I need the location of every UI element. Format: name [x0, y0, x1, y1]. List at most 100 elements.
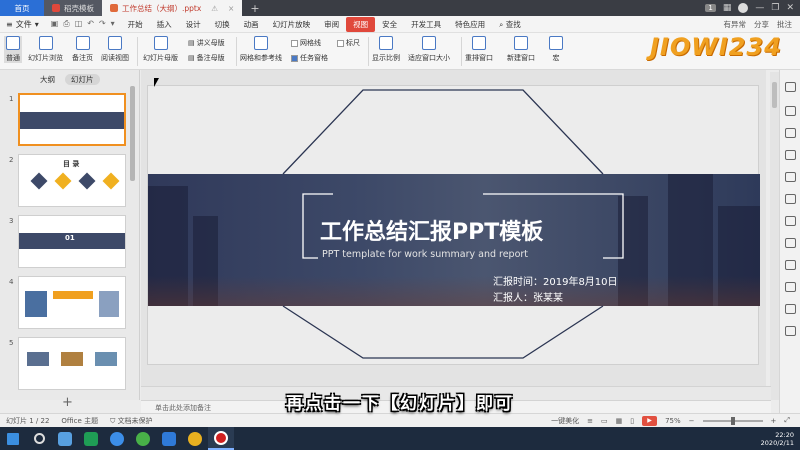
reading-view-icon[interactable]: ▯	[630, 417, 634, 425]
comment-button[interactable]: 批注	[777, 19, 792, 30]
protect-status[interactable]: ⛉ 文档未保护	[104, 416, 158, 426]
zoom-slider-knob[interactable]	[730, 416, 735, 425]
slide-thumbnail-3[interactable]: 01	[18, 215, 126, 268]
menu-design[interactable]: 设计	[179, 17, 208, 32]
sidebar-icon-help[interactable]	[785, 326, 796, 336]
gridlines-check[interactable]	[291, 39, 298, 47]
home-tab[interactable]: 首页	[0, 0, 44, 16]
slide-title[interactable]: 工作总结汇报PPT模板	[320, 214, 543, 246]
fit-window-button[interactable]: 适应窗口大小	[408, 36, 450, 63]
maximize-icon[interactable]: ❐	[771, 3, 779, 13]
normal-view-icon[interactable]: ▭	[601, 417, 608, 425]
sidebar-icon-select[interactable]	[785, 82, 796, 92]
search-button[interactable]: ⌕ 查找	[492, 17, 528, 32]
notification-badge[interactable]: 1	[705, 4, 716, 12]
canvas-scrollbar[interactable]	[770, 72, 779, 400]
task-view-icon[interactable]	[52, 427, 78, 450]
task-pane-check[interactable]	[291, 54, 298, 62]
clock-date[interactable]: 2020/2/11	[761, 439, 794, 447]
slide-date-line[interactable]: 汇报时间：2019年8月10日	[493, 273, 618, 288]
menu-home[interactable]: 开始	[121, 17, 150, 32]
menu-animation[interactable]: 动画	[237, 17, 266, 32]
zoom-level[interactable]: 75%	[665, 417, 681, 425]
avatar[interactable]	[738, 3, 749, 13]
grid-icon[interactable]: ▦	[723, 3, 732, 13]
play-slideshow-button[interactable]: ▶	[642, 415, 658, 426]
more-icon[interactable]: ▾	[111, 19, 115, 29]
search-taskbar-icon[interactable]	[26, 427, 52, 450]
sidebar-icon-chart[interactable]	[785, 172, 796, 182]
windows-start-icon[interactable]	[0, 427, 26, 450]
slide-thumbnail-2[interactable]: 目 录	[18, 154, 126, 207]
excel-icon[interactable]	[78, 427, 104, 450]
notes-icon[interactable]: ≡	[587, 417, 593, 425]
baidu-netdisk-icon[interactable]	[104, 427, 130, 450]
panel-scrollbar[interactable]	[130, 86, 135, 181]
wps-writer-icon[interactable]	[156, 427, 182, 450]
tab-slides[interactable]: 幻灯片	[65, 74, 100, 85]
menu-developer[interactable]: 开发工具	[404, 17, 448, 32]
menu-review[interactable]: 审阅	[317, 17, 346, 32]
menu-transition[interactable]: 切换	[208, 17, 237, 32]
reading-view-button[interactable]: 阅读视图	[101, 36, 129, 63]
notes-master-button[interactable]: ▤ 备注母版	[188, 53, 225, 63]
print-icon[interactable]: ⎙	[63, 19, 69, 29]
sidebar-icon-object[interactable]	[785, 128, 796, 138]
scrollbar-thumb[interactable]	[772, 82, 777, 108]
close-tab-icon[interactable]: ×	[228, 4, 234, 13]
preview-icon[interactable]: ◫	[75, 19, 83, 29]
sidebar-icon-style[interactable]	[785, 106, 796, 116]
zoom-out-icon[interactable]: −	[689, 417, 695, 425]
sidebar-icon-layout[interactable]	[785, 194, 796, 204]
slide-thumbnail-5[interactable]	[18, 337, 126, 390]
sidebar-icon-backup[interactable]	[785, 282, 796, 292]
slide-browser-button[interactable]: 幻灯片浏览	[28, 36, 63, 63]
sidebar-icon-animation[interactable]	[785, 150, 796, 160]
sorter-view-icon[interactable]: ▦	[616, 417, 623, 425]
ruler-checkbox[interactable]: 标尺	[337, 38, 360, 48]
rearrange-window-button[interactable]: 重排窗口	[465, 36, 493, 63]
close-icon[interactable]: ✕	[786, 3, 794, 13]
normal-view-button[interactable]: 普通	[4, 36, 22, 63]
handout-master-button[interactable]: ▤ 讲义母版	[188, 38, 225, 48]
macro-button[interactable]: 宏	[549, 36, 563, 63]
grid-guides-button[interactable]: 网格和参考线	[240, 36, 282, 63]
save-icon[interactable]: ▣	[51, 19, 59, 29]
recorder-icon[interactable]	[208, 427, 234, 450]
zoom-slider[interactable]	[702, 416, 763, 425]
menu-security[interactable]: 安全	[375, 17, 404, 32]
tab-outline[interactable]: 大纲	[40, 74, 55, 85]
sidebar-icon-table[interactable]	[785, 260, 796, 270]
minimize-icon[interactable]: —	[755, 3, 764, 13]
redo-icon[interactable]: ↷	[99, 19, 106, 29]
current-slide[interactable]: 工作总结汇报PPT模板 PPT template for work summar…	[147, 85, 760, 365]
file-menu[interactable]: ≡ 文件 ▾	[0, 19, 45, 30]
task-pane-checkbox[interactable]: 任务窗格	[291, 53, 328, 63]
zoom-in-icon[interactable]: +	[771, 417, 777, 425]
clock-time[interactable]: 22:20	[775, 431, 794, 439]
tab-document[interactable]: 工作总结（大纲）.pptx ⚠ ×	[102, 0, 243, 16]
slide-subtitle[interactable]: PPT template for work summary and report	[322, 249, 528, 260]
menu-special[interactable]: 特色应用	[448, 17, 492, 32]
ie-browser-icon[interactable]	[130, 427, 156, 450]
chrome-icon[interactable]	[182, 427, 208, 450]
menu-slideshow[interactable]: 幻灯片放映	[266, 17, 318, 32]
slide-master-button[interactable]: 幻灯片母版	[143, 36, 178, 63]
undo-icon[interactable]: ↶	[87, 19, 94, 29]
zoom-button[interactable]: 显示比例	[372, 36, 400, 63]
menu-view[interactable]: 视图	[346, 16, 376, 32]
slide-canvas[interactable]: 工作总结汇报PPT模板 PPT template for work summar…	[141, 70, 766, 386]
slide-thumbnail-1[interactable]	[18, 93, 126, 146]
gridlines-checkbox[interactable]: 网格线	[291, 38, 321, 48]
slide-reporter-line[interactable]: 汇报人：张某某	[493, 289, 563, 304]
sidebar-icon-image[interactable]	[785, 238, 796, 248]
sidebar-icon-shape[interactable]	[785, 216, 796, 226]
slide-thumbnail-4[interactable]	[18, 276, 126, 329]
menu-insert[interactable]: 插入	[150, 17, 179, 32]
ruler-check[interactable]	[337, 39, 344, 47]
abnormal-button[interactable]: 有异常	[724, 19, 747, 30]
new-tab-button[interactable]: +	[242, 2, 267, 15]
notes-page-button[interactable]: 备注页	[72, 36, 93, 63]
fit-icon[interactable]: ⤢	[784, 416, 790, 425]
beautify-button[interactable]: 一键美化	[551, 416, 579, 426]
